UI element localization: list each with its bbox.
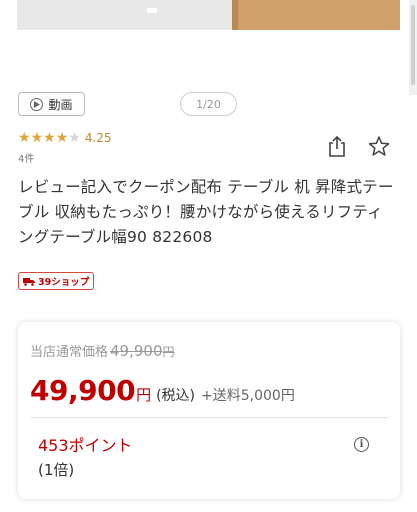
product-image-background (17, 0, 232, 30)
shop-badge: 39ショップ (18, 272, 95, 290)
play-icon (30, 97, 44, 111)
tax-label: (税込) (156, 388, 196, 404)
shop-badge-label: 39ショップ (38, 277, 90, 288)
regular-price-label: 当店通常価格 (30, 345, 109, 360)
points-rate: (1倍) (38, 461, 75, 479)
rating-value: 4.25 (84, 131, 112, 145)
regular-price-unit: 円 (162, 345, 175, 359)
price-card: 当店通常価格 49,900 円 49,900 円 (税込) +送料5,000円 … (18, 322, 400, 499)
rating[interactable]: ★ ★ ★ ★ ★ 4.25 (18, 131, 112, 145)
rating-stars: ★ ★ ★ ★ ★ (18, 131, 81, 145)
shipping-fee: +送料5,000円 (201, 388, 295, 404)
scrollbar-thumb[interactable] (411, 5, 415, 85)
video-button-label: 動画 (48, 97, 73, 112)
points: 453ポイント (38, 436, 133, 455)
scrollbar[interactable] (409, 0, 417, 95)
regular-price-value: 49,900 (110, 342, 163, 360)
regular-price: 当店通常価格 49,900 円 (30, 341, 175, 360)
star-empty-icon: ★ (68, 130, 81, 146)
sale-price-unit: 円 (136, 386, 152, 404)
product-title: レビュー記入でクーポン配布 テーブル 机 昇降式テーブル 収納もたっぷり！腰かけ… (18, 178, 394, 246)
info-icon[interactable]: i (354, 437, 369, 452)
video-button[interactable]: 動画 (18, 92, 85, 116)
share-icon[interactable] (327, 135, 347, 157)
product-image-shade (232, 0, 238, 30)
star-filled-icon: ★ (43, 130, 56, 146)
star-filled-icon: ★ (30, 130, 44, 146)
sale-price: 49,900 円 (税込) +送料5,000円 (30, 374, 295, 407)
truck-icon (23, 277, 35, 286)
sale-price-value: 49,900 (30, 374, 136, 407)
star-outline-icon[interactable] (368, 135, 390, 157)
star-filled-icon: ★ (18, 130, 31, 146)
divider (30, 417, 388, 418)
star-filled-icon: ★ (55, 130, 69, 146)
review-count[interactable]: 4件 (18, 150, 34, 165)
product-image[interactable] (17, 0, 400, 30)
product-image-detail (147, 8, 157, 13)
image-pager: 1/20 (180, 92, 237, 116)
